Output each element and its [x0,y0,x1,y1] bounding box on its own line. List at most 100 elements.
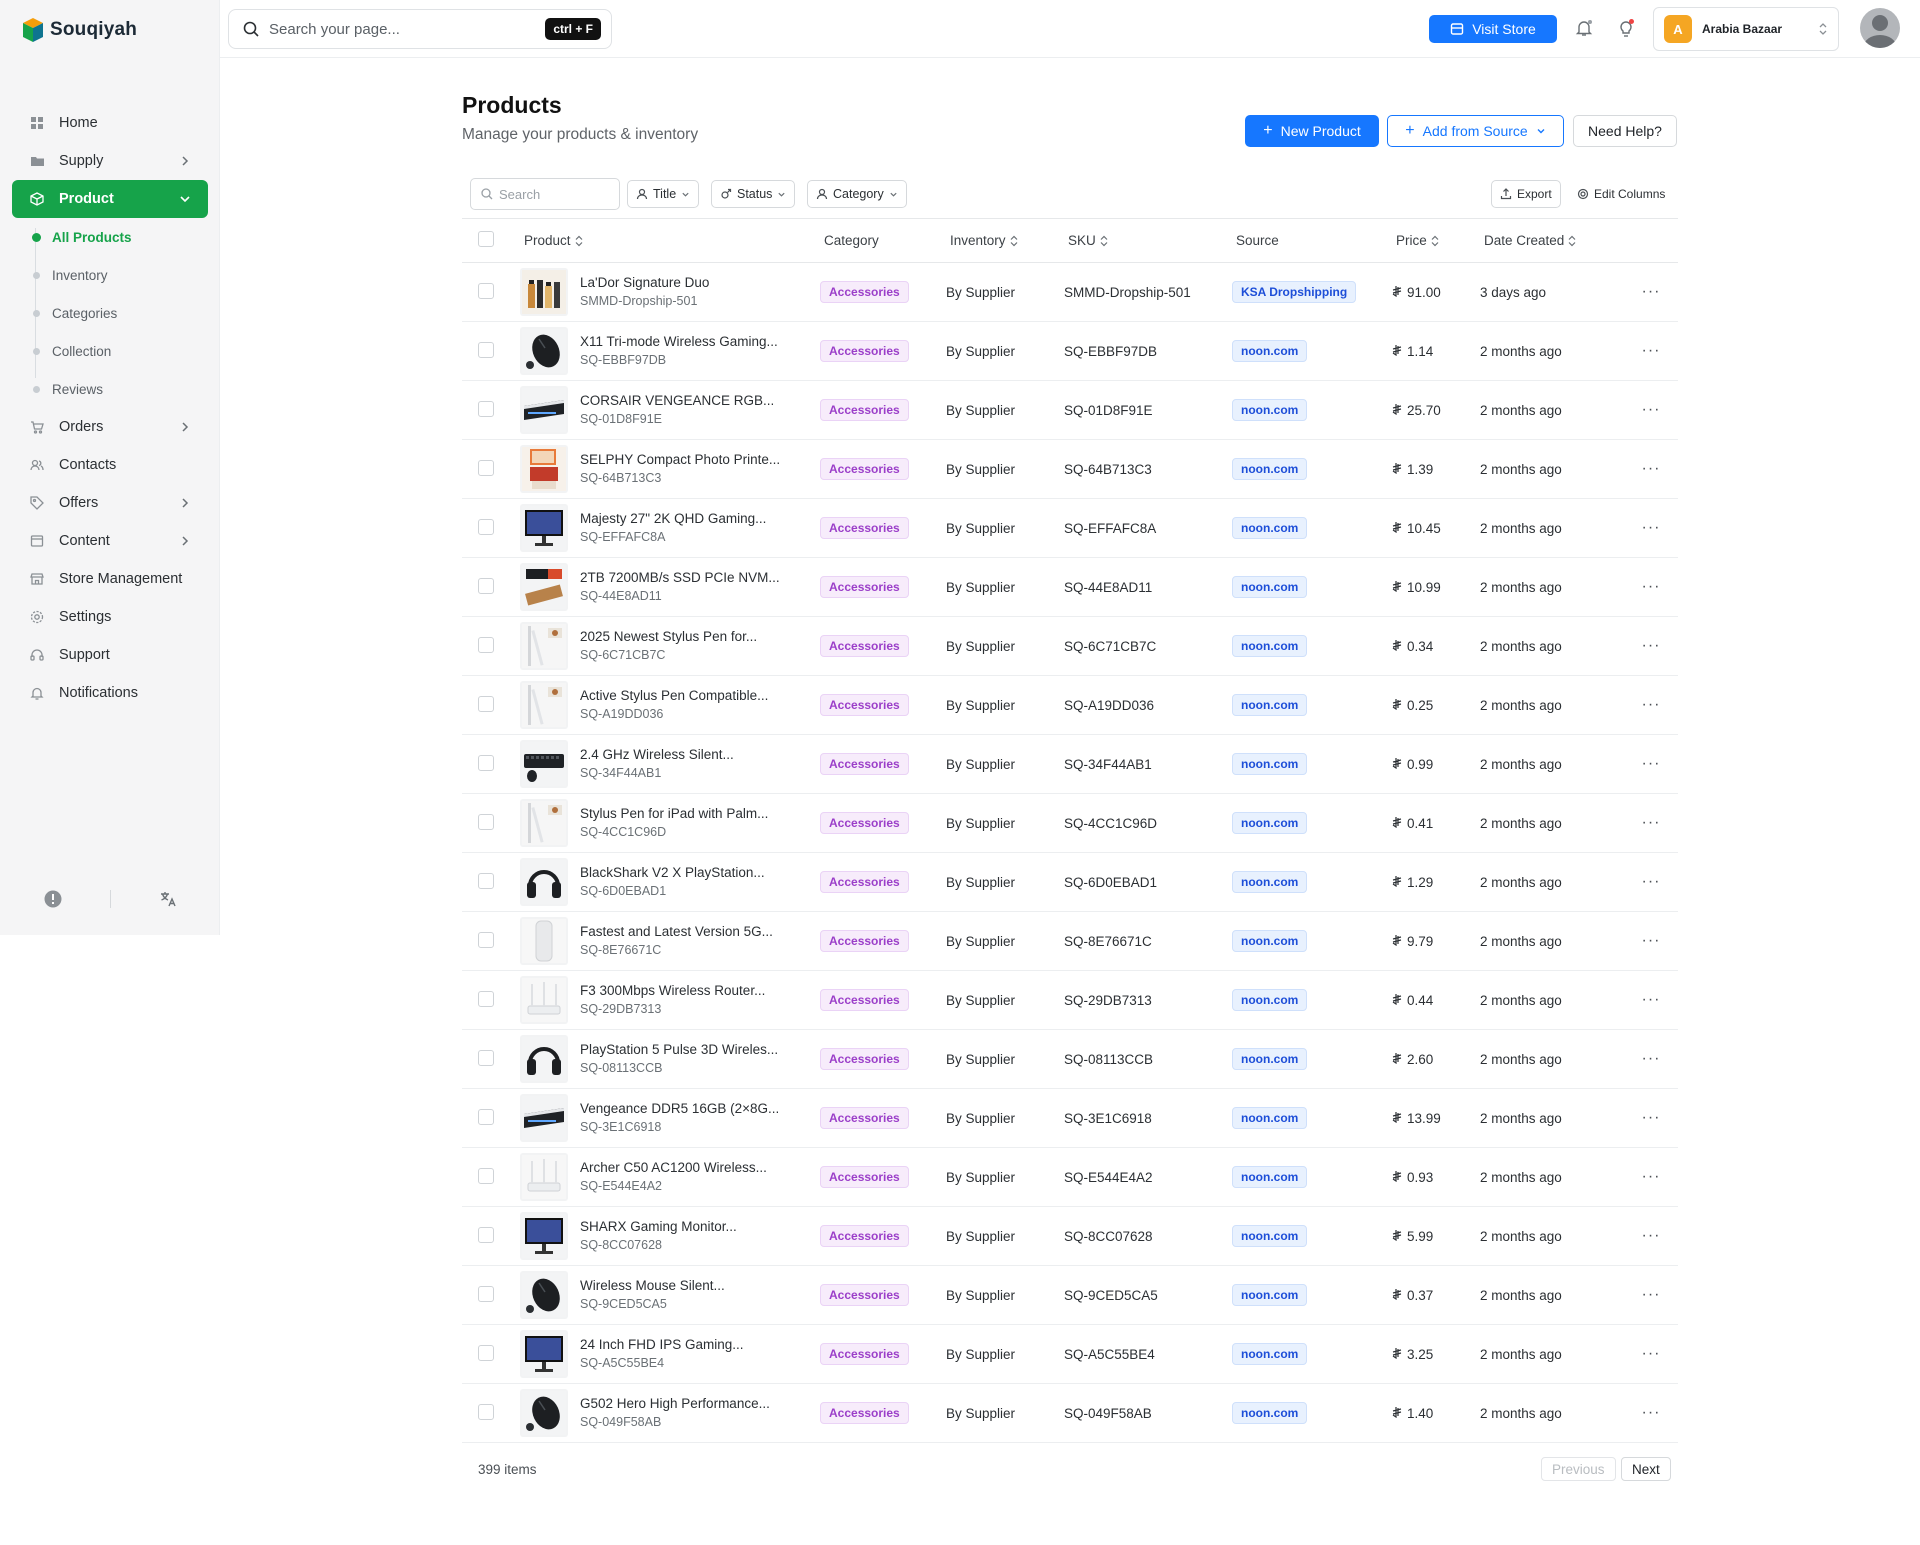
lightbulb-icon[interactable] [1616,18,1636,38]
info-icon[interactable] [44,890,62,908]
more-actions-icon[interactable]: ··· [1624,814,1678,832]
sidebar-subitem-categories[interactable]: Categories [33,294,208,332]
product-cell[interactable]: PlayStation 5 Pulse 3D Wireles... SQ-0811… [510,1029,820,1089]
row-checkbox[interactable] [478,1049,494,1066]
sidebar-item-content[interactable]: Content [12,522,208,560]
col-price[interactable]: Price [1386,218,1474,263]
table-row[interactable]: Stylus Pen for iPad with Palm... SQ-4CC1C… [462,793,1678,853]
row-checkbox[interactable] [478,872,494,889]
more-actions-icon[interactable]: ··· [1624,1227,1678,1245]
row-checkbox[interactable] [478,754,494,771]
global-search[interactable]: Search your page... ctrl + F [228,9,612,49]
product-cell[interactable]: X11 Tri-mode Wireless Gaming... SQ-EBBF97… [510,321,820,381]
product-cell[interactable]: Majesty 27" 2K QHD Gaming... SQ-EFFAFC8A [510,498,820,558]
row-checkbox[interactable] [478,1403,494,1420]
row-checkbox[interactable] [478,459,494,476]
edit-columns-button[interactable]: Edit Columns [1569,180,1673,208]
next-button[interactable]: Next [1621,1457,1671,1481]
more-actions-icon[interactable]: ··· [1624,932,1678,950]
row-checkbox[interactable] [478,695,494,712]
table-row[interactable]: Active Stylus Pen Compatible... SQ-A19DD0… [462,675,1678,735]
product-cell[interactable]: Wireless Mouse Silent... SQ-9CED5CA5 [510,1265,820,1325]
col-date-created[interactable]: Date Created [1474,218,1624,263]
sidebar-item-settings[interactable]: Settings [12,598,208,636]
table-row[interactable]: 2025 Newest Stylus Pen for... SQ-6C71CB7C… [462,616,1678,676]
col-sku[interactable]: SKU [1060,218,1226,263]
sidebar-subitem-reviews[interactable]: Reviews [33,370,208,408]
need-help-button[interactable]: Need Help? [1573,115,1677,147]
translate-icon[interactable] [159,890,177,908]
brand-logo[interactable]: Souqiyah [22,12,137,48]
sidebar-subitem-inventory[interactable]: Inventory [33,256,208,294]
more-actions-icon[interactable]: ··· [1624,283,1678,301]
sidebar-subitem-collection[interactable]: Collection [33,332,208,370]
category-filter[interactable]: Category [807,180,907,208]
user-avatar[interactable] [1860,8,1900,48]
row-checkbox[interactable] [478,518,494,535]
row-checkbox[interactable] [478,1226,494,1243]
product-cell[interactable]: SELPHY Compact Photo Printe... SQ-64B713C… [510,439,820,499]
row-checkbox[interactable] [478,813,494,830]
more-actions-icon[interactable]: ··· [1624,460,1678,478]
sidebar-item-orders[interactable]: Orders [12,408,208,446]
table-row[interactable]: 2.4 GHz Wireless Silent... SQ-34F44AB1 Acc… [462,734,1678,794]
title-filter[interactable]: Title [627,180,700,208]
row-checkbox[interactable] [478,341,494,358]
table-row[interactable]: La'Dor Signature Duo SMMD-Dropship-501 Acc… [462,262,1678,322]
product-cell[interactable]: Active Stylus Pen Compatible... SQ-A19DD0… [510,675,820,735]
table-row[interactable]: Majesty 27" 2K QHD Gaming... SQ-EFFAFC8A A… [462,498,1678,558]
status-filter[interactable]: Status [711,180,796,208]
product-cell[interactable]: Archer C50 AC1200 Wireless... SQ-E544E4A2 [510,1147,820,1207]
table-row[interactable]: G502 Hero High Performance... SQ-049F58AB… [462,1383,1678,1443]
bell-icon[interactable] [1574,18,1594,38]
sidebar-item-home[interactable]: Home [12,104,208,142]
visit-store-button[interactable]: Visit Store [1429,15,1557,43]
product-cell[interactable]: Fastest and Latest Version 5G... SQ-8E766… [510,911,820,971]
sidebar-item-store-management[interactable]: Store Management [12,560,208,598]
row-checkbox[interactable] [478,931,494,948]
table-row[interactable]: F3 300Mbps Wireless Router... SQ-29DB7313… [462,970,1678,1030]
table-row[interactable]: SELPHY Compact Photo Printe... SQ-64B713C… [462,439,1678,499]
table-row[interactable]: Fastest and Latest Version 5G... SQ-8E766… [462,911,1678,971]
more-actions-icon[interactable]: ··· [1624,342,1678,360]
table-row[interactable]: Vengeance DDR5 16GB (2×8G... SQ-3E1C6918 A… [462,1088,1678,1148]
row-checkbox[interactable] [478,577,494,594]
table-row[interactable]: Wireless Mouse Silent... SQ-9CED5CA5 Acces… [462,1265,1678,1325]
table-row[interactable]: X11 Tri-mode Wireless Gaming... SQ-EBBF97… [462,321,1678,381]
row-checkbox[interactable] [478,990,494,1007]
product-cell[interactable]: BlackShark V2 X PlayStation... SQ-6D0EBAD… [510,852,820,912]
table-row[interactable]: Archer C50 AC1200 Wireless... SQ-E544E4A2… [462,1147,1678,1207]
sidebar-item-supply[interactable]: Supply [12,142,208,180]
row-checkbox[interactable] [478,1167,494,1184]
table-row[interactable]: CORSAIR VENGEANCE RGB... SQ-01D8F91E Acces… [462,380,1678,440]
table-row[interactable]: PlayStation 5 Pulse 3D Wireles... SQ-0811… [462,1029,1678,1089]
product-cell[interactable]: Vengeance DDR5 16GB (2×8G... SQ-3E1C6918 [510,1088,820,1148]
row-checkbox[interactable] [478,400,494,417]
row-checkbox[interactable] [478,1108,494,1125]
more-actions-icon[interactable]: ··· [1624,1050,1678,1068]
more-actions-icon[interactable]: ··· [1624,873,1678,891]
row-checkbox[interactable] [478,1285,494,1302]
table-row[interactable]: BlackShark V2 X PlayStation... SQ-6D0EBAD… [462,852,1678,912]
export-button[interactable]: Export [1491,180,1561,208]
col-product[interactable]: Product [510,218,820,263]
more-actions-icon[interactable]: ··· [1624,401,1678,419]
add-from-source-button[interactable]: + Add from Source [1387,115,1564,147]
store-switcher[interactable]: A Arabia Bazaar [1653,7,1839,51]
product-cell[interactable]: CORSAIR VENGEANCE RGB... SQ-01D8F91E [510,380,820,440]
sidebar-item-contacts[interactable]: Contacts [12,446,208,484]
more-actions-icon[interactable]: ··· [1624,1286,1678,1304]
row-checkbox[interactable] [478,282,494,299]
product-cell[interactable]: 2.4 GHz Wireless Silent... SQ-34F44AB1 [510,734,820,794]
table-row[interactable]: SHARX Gaming Monitor... SQ-8CC07628 Access… [462,1206,1678,1266]
product-cell[interactable]: SHARX Gaming Monitor... SQ-8CC07628 [510,1206,820,1266]
product-cell[interactable]: La'Dor Signature Duo SMMD-Dropship-501 [510,262,820,322]
product-cell[interactable]: 2TB 7200MB/s SSD PCIe NVM... SQ-44E8AD11 [510,557,820,617]
product-cell[interactable]: 24 Inch FHD IPS Gaming... SQ-A5C55BE4 [510,1324,820,1384]
sidebar-item-product[interactable]: Product [12,180,208,218]
new-product-button[interactable]: + New Product [1245,115,1379,147]
table-row[interactable]: 24 Inch FHD IPS Gaming... SQ-A5C55BE4 Acce… [462,1324,1678,1384]
row-checkbox[interactable] [478,636,494,653]
row-checkbox[interactable] [478,1344,494,1361]
sidebar-subitem-all-products[interactable]: All Products [32,218,208,256]
